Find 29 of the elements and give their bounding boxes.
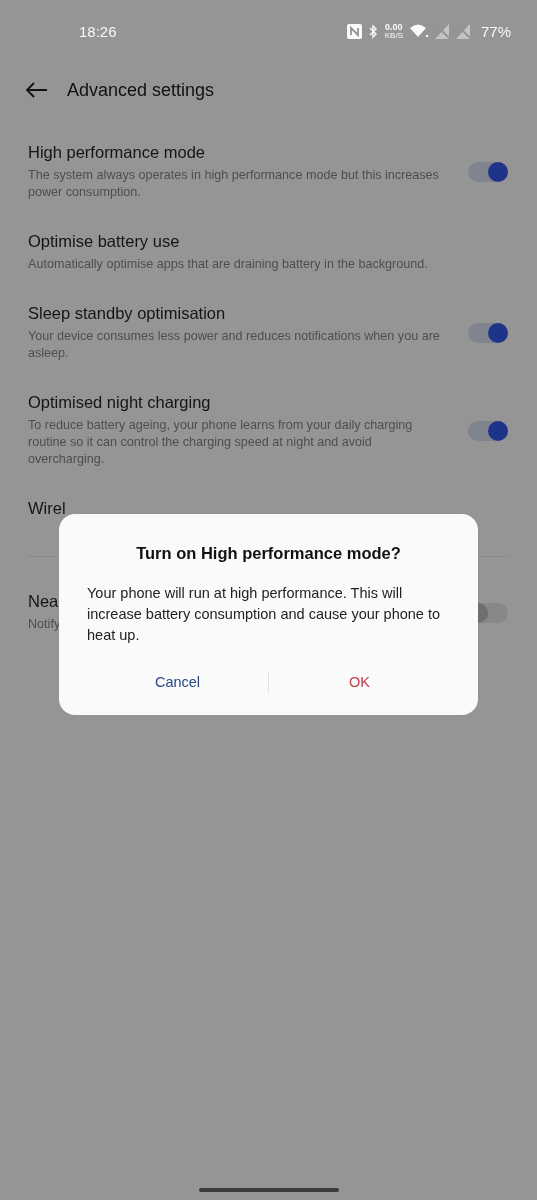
dialog-message: Your phone will run at high performance. This will increase battery consumption and cause your phone to heat up. <box>87 584 442 645</box>
setting-title: Nea <box>28 592 59 611</box>
no-signal-icon <box>434 23 449 39</box>
back-arrow-icon[interactable] <box>26 82 48 98</box>
toggle-switch[interactable] <box>468 420 508 441</box>
data-speed: 0.00 <box>385 22 403 32</box>
page-title: Advanced settings <box>67 79 215 101</box>
dialog-title: Turn on High performance mode? <box>135 544 402 563</box>
data-unit: KB/S <box>384 31 403 40</box>
battery-percentage: 77% <box>480 22 511 40</box>
bluetooth-icon <box>368 23 378 39</box>
no-signal-icon <box>455 23 470 39</box>
cancel-button[interactable]: Cancel <box>87 668 268 696</box>
ok-button[interactable]: OK <box>269 668 450 696</box>
setting-title: High performance mode <box>28 143 205 162</box>
setting-title: Optimise battery use <box>28 232 180 251</box>
setting-description: Your device consumes less power and reduces notifications when you are asleep. <box>28 328 441 362</box>
setting-description: To reduce battery ageing, your phone learns from your daily charging routine so it can control the charging speed at night and avoid overcharging. <box>28 417 414 468</box>
setting-title: Wirel <box>28 499 66 518</box>
toggle-switch[interactable] <box>468 323 508 343</box>
wifi-icon <box>409 24 428 38</box>
setting-title: Sleep standby optimisation <box>28 304 226 323</box>
setting-description: The system always operates in high performance mode but this increases power consumption. <box>28 167 440 201</box>
nfc-icon <box>346 23 362 39</box>
setting-description: Notify <box>28 616 61 633</box>
setting-description: Automatically optimise apps that are draining battery in the background. <box>28 256 428 273</box>
setting-title: Optimised night charging <box>28 393 211 412</box>
toggle-switch[interactable] <box>468 162 508 182</box>
clock: 18:26 <box>79 22 117 40</box>
